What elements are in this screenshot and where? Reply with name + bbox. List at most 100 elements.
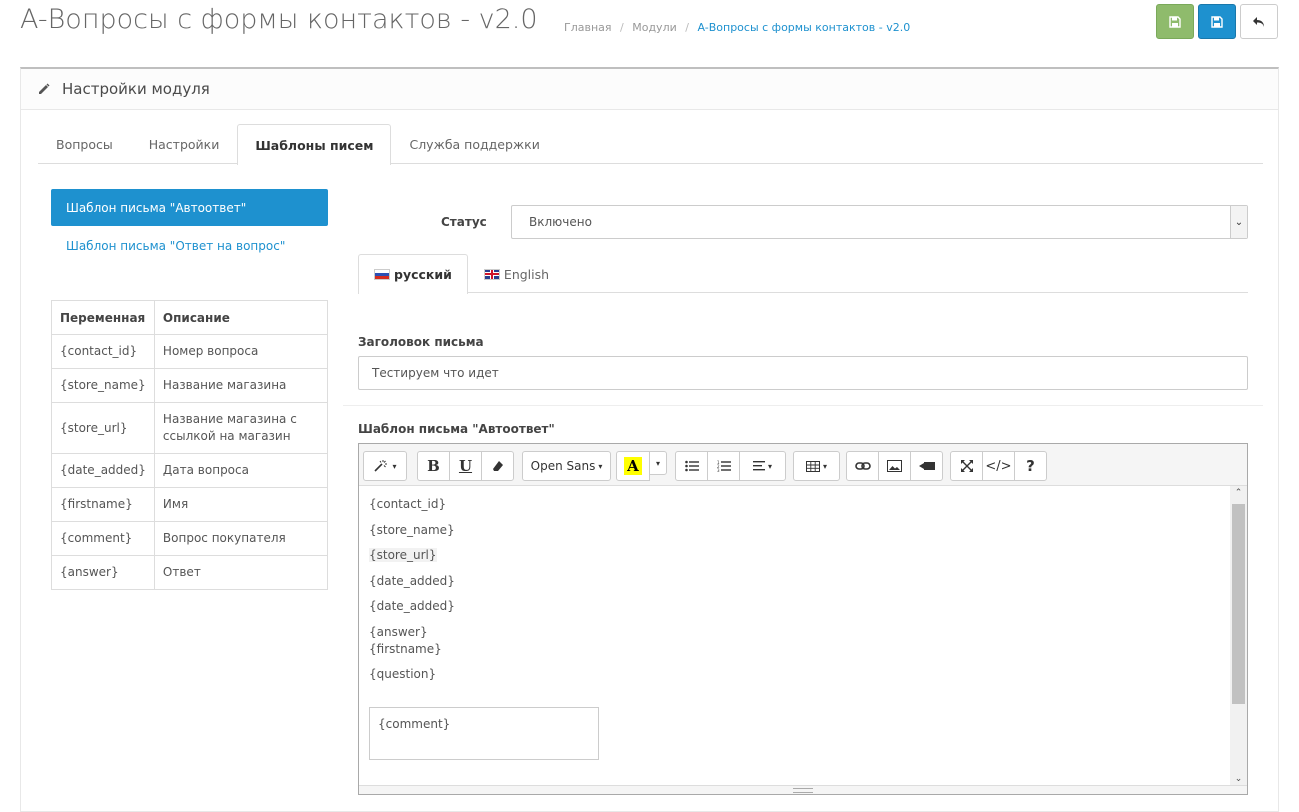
code-view-icon: </> bbox=[985, 458, 1012, 474]
table-group: ▾ bbox=[793, 451, 840, 481]
picture-icon bbox=[887, 460, 902, 472]
underline-button[interactable]: U bbox=[449, 451, 482, 481]
status-value: Включено bbox=[529, 215, 592, 229]
tab-support[interactable]: Служба поддержки bbox=[391, 124, 557, 164]
font-name-label: Open Sans bbox=[530, 459, 596, 473]
description-cell: Имя bbox=[153, 487, 329, 522]
align-button[interactable]: ▾ bbox=[739, 451, 786, 481]
status-label: Статус bbox=[441, 215, 487, 229]
tab-email-templates[interactable]: Шаблоны писем bbox=[237, 124, 392, 165]
save-button[interactable] bbox=[1198, 4, 1236, 39]
link-button[interactable] bbox=[846, 451, 879, 481]
russia-flag-icon bbox=[374, 269, 390, 280]
description-cell: Название магазина bbox=[153, 368, 329, 403]
table-row: {store_name} Название магазина bbox=[51, 368, 329, 403]
template-label: Шаблон письма "Автоответ" bbox=[358, 422, 555, 436]
scroll-up-icon[interactable]: ⌃ bbox=[1230, 488, 1247, 498]
scrollbar-thumb[interactable] bbox=[1232, 504, 1245, 704]
svg-text:3: 3 bbox=[717, 468, 720, 472]
style-button[interactable]: ▾ bbox=[363, 451, 407, 481]
clear-format-button[interactable] bbox=[481, 451, 514, 481]
code-view-button[interactable]: </> bbox=[982, 451, 1015, 481]
help-button[interactable]: ? bbox=[1014, 451, 1047, 481]
content-line: {store_url} bbox=[369, 548, 437, 562]
unordered-list-icon bbox=[684, 460, 699, 472]
template-answer-item[interactable]: Шаблон письма "Ответ на вопрос" bbox=[66, 239, 285, 253]
breadcrumb-home[interactable]: Главная bbox=[564, 21, 612, 34]
back-button[interactable] bbox=[1240, 4, 1278, 39]
uk-flag-icon bbox=[483, 268, 500, 280]
column-header-variable: Переменная bbox=[51, 300, 155, 335]
table-row: {date_added} Дата вопроса bbox=[51, 453, 329, 488]
bold-icon: B bbox=[427, 457, 440, 475]
font-color-button[interactable]: A bbox=[616, 451, 650, 481]
subject-value: Тестируем что идет bbox=[372, 366, 499, 380]
caret-down-icon: ▾ bbox=[767, 461, 772, 471]
description-cell: Вопрос покупателя bbox=[153, 521, 329, 556]
link-icon bbox=[854, 462, 871, 470]
content-table-cell[interactable]: {comment} bbox=[369, 707, 599, 760]
content-line: {firstname} bbox=[369, 641, 442, 656]
bold-button[interactable]: B bbox=[417, 451, 450, 481]
template-autoreply-item[interactable]: Шаблон письма "Автоответ" bbox=[51, 189, 328, 226]
page-title: A-Вопросы с формы контактов - v2.0 bbox=[20, 4, 538, 35]
content-line: {question} bbox=[369, 667, 437, 681]
caret-down-icon: ▾ bbox=[655, 458, 660, 468]
picture-button[interactable] bbox=[878, 451, 911, 481]
tab-language-english[interactable]: English bbox=[468, 254, 565, 293]
ordered-list-button[interactable]: 123 bbox=[707, 451, 740, 481]
description-cell: Название магазина с ссылкой на магазин bbox=[153, 402, 329, 454]
breadcrumb-modules[interactable]: Модули bbox=[632, 21, 677, 34]
breadcrumb: Главная / Модули / A-Вопросы с формы кон… bbox=[564, 21, 910, 34]
panel-title: Настройки модуля bbox=[62, 80, 210, 98]
color-dropdown-button[interactable]: ▾ bbox=[649, 451, 667, 475]
video-icon bbox=[918, 462, 935, 470]
variable-cell: {store_url} bbox=[51, 402, 155, 454]
editor-content[interactable]: {contact_id} {store_name} {store_url} {d… bbox=[359, 486, 1229, 786]
description-cell: Ответ bbox=[153, 555, 329, 590]
fullscreen-button[interactable] bbox=[950, 451, 983, 481]
variable-cell: {contact_id} bbox=[51, 334, 155, 369]
scroll-down-icon[interactable]: ⌄ bbox=[1230, 774, 1247, 784]
tab-language-russian[interactable]: русский bbox=[358, 254, 468, 294]
insert-group bbox=[846, 451, 943, 481]
grip-icon bbox=[793, 787, 813, 793]
paragraph-group: 123 ▾ bbox=[675, 451, 786, 481]
content-line: {date_added} bbox=[369, 599, 455, 613]
subject-input[interactable]: Тестируем что идет bbox=[358, 356, 1248, 390]
tab-questions[interactable]: Вопросы bbox=[38, 124, 131, 164]
unordered-list-button[interactable] bbox=[675, 451, 708, 481]
save-icon bbox=[1211, 15, 1223, 28]
save-stay-button[interactable] bbox=[1156, 4, 1194, 39]
font-name-group: Open Sans ▾ bbox=[522, 451, 611, 481]
variables-table: Переменная Описание {contact_id} Номер в… bbox=[51, 300, 329, 590]
tab-settings[interactable]: Настройки bbox=[131, 124, 238, 164]
table-row: {store_url} Название магазина с ссылкой … bbox=[51, 402, 329, 454]
font-color-icon: A bbox=[624, 457, 642, 475]
breadcrumb-current[interactable]: A-Вопросы с формы контактов - v2.0 bbox=[697, 21, 910, 34]
content-line: {date_added} bbox=[369, 573, 455, 588]
editor-toolbar: ▾ B U Open Sans ▾ A ▾ 1 2 3 ▾ ▾ </> ? bbox=[359, 444, 1247, 486]
breadcrumb-separator: / bbox=[620, 21, 624, 34]
language-label: русский bbox=[394, 267, 452, 282]
editor-scrollbar[interactable]: ⌃ ⌄ bbox=[1230, 486, 1247, 786]
chevron-down-icon: ⌄ bbox=[1230, 206, 1247, 238]
panel-heading: Настройки модуля bbox=[21, 69, 1278, 110]
variable-cell: {answer} bbox=[51, 555, 155, 590]
divider bbox=[343, 405, 1263, 406]
table-row: {comment} Вопрос покупателя bbox=[51, 521, 329, 556]
subject-label: Заголовок письма bbox=[358, 335, 484, 349]
editor-resize-handle[interactable] bbox=[359, 785, 1247, 794]
misc-group: </> ? bbox=[950, 451, 1047, 481]
table-button[interactable]: ▾ bbox=[793, 451, 840, 481]
content-line: {store_name} bbox=[369, 522, 455, 537]
video-button[interactable] bbox=[910, 451, 943, 481]
variable-cell: {store_name} bbox=[51, 368, 155, 403]
help-icon: ? bbox=[1026, 457, 1035, 475]
reply-icon bbox=[1253, 16, 1264, 27]
status-select[interactable]: Включено ⌄ bbox=[511, 205, 1248, 239]
font-name-dropdown[interactable]: Open Sans ▾ bbox=[522, 451, 611, 481]
pencil-icon bbox=[39, 83, 50, 94]
description-cell: Дата вопроса bbox=[153, 453, 329, 488]
language-tabs: русский English bbox=[358, 254, 1248, 294]
